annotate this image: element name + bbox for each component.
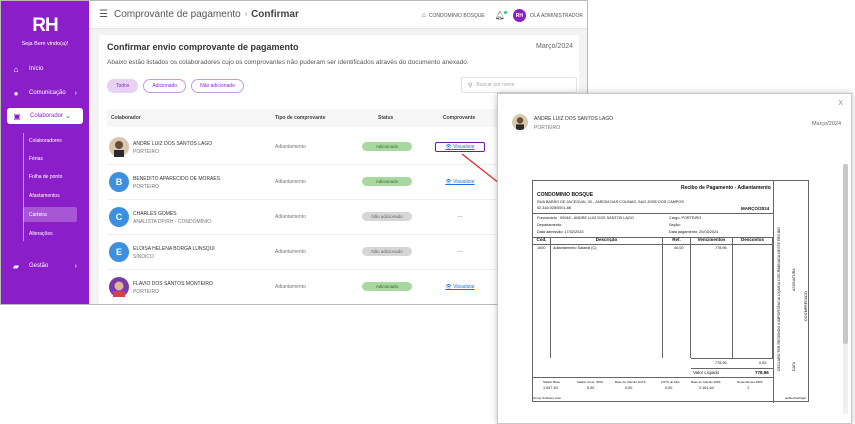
receipt-company: CONDOMINIO BOSQUE	[537, 192, 594, 198]
scrollbar-thumb[interactable]	[843, 164, 848, 344]
divider	[533, 377, 773, 378]
footer-value: 1.947,40	[543, 386, 558, 390]
receipt-month: MARÇO/2024	[741, 206, 770, 211]
declaration-text: DECLARO TER RECEBIDO A IMPORTÂNCIA LÍQUI…	[777, 227, 781, 371]
employee-label: DO EMPREGADO	[804, 291, 808, 321]
total-venc: 778,96	[715, 361, 727, 365]
footer-value: 0,00	[665, 386, 673, 390]
receipt-secao: Seção:	[669, 223, 681, 227]
avatar	[512, 114, 528, 130]
modal-employee-role: PORTEIRO	[534, 125, 561, 131]
footer-value: 0,00	[625, 386, 633, 390]
receipt-cnpj: 52.316.925/0001-88	[537, 206, 571, 210]
col-descricao: Descrição	[551, 237, 663, 244]
col-line	[533, 244, 551, 358]
col-ref: Ref.	[663, 237, 691, 244]
valor-liquido: 778,96	[755, 370, 769, 375]
receipt-payment-date: Data pagamento: 20/03/2024	[669, 230, 719, 234]
footer-value: 2.161,64	[699, 386, 714, 390]
receipt-employee: Funcionário : 00048 - ANDRE LUIZ DOS SAN…	[537, 216, 634, 220]
scrollbar[interactable]	[843, 164, 848, 414]
receipt-title: Recibo de Pagamento - Adiantamento	[681, 185, 771, 191]
col-vencimentos: Vencimentos	[691, 237, 733, 244]
item-ref: 40,00	[674, 246, 684, 250]
footer-value: 0,00	[587, 386, 595, 390]
item-code: 1000	[537, 246, 546, 250]
date-label: DATA	[792, 361, 796, 371]
divider	[691, 358, 773, 359]
receipt-declaration: DECLARO TER RECEBIDO A IMPORTÂNCIA LÍQUI…	[773, 181, 810, 403]
software-name: Group Software Ltda	[533, 396, 561, 400]
receipt-modal: X ANDRE LUIZ DOS SANTOS LAGO PORTEIRO Ma…	[497, 93, 852, 424]
col-cod: Cód.	[533, 237, 551, 244]
col-descontos: Descontos	[733, 237, 773, 244]
col-line	[733, 244, 773, 358]
item-venc: 778,96	[715, 246, 727, 250]
valor-liquido-label: Valor Líquido	[693, 370, 720, 375]
footer-label: Salário Base	[543, 380, 561, 384]
modal-month: Março/2024	[811, 121, 841, 127]
receipt-cargo: Cargo: PORTEIRO	[669, 216, 702, 220]
footer-label: Base de Cálculo IRRF	[691, 380, 721, 384]
total-desc: 0,00	[759, 361, 767, 365]
footer-label: Base de Cálculo FGTS	[615, 380, 646, 384]
footer-label: FGTS do Mês	[661, 380, 680, 384]
modal-employee-name: ANDRE LUIZ DOS SANTOS LAGO	[534, 116, 614, 122]
receipt-department: Departamento:	[537, 223, 563, 227]
footer-value: 1	[747, 386, 750, 390]
footer-label: Salário Contr. INSS	[577, 380, 604, 384]
item-desc: Adiantamento Salarial (C)	[553, 246, 597, 250]
col-line	[663, 244, 691, 358]
col-line	[691, 244, 733, 358]
receipt-document: Recibo de Pagamento - Adiantamento CONDO…	[532, 180, 810, 403]
footer-label: Dependentes IRRF	[737, 380, 763, 384]
receipt-admission: Data admissão: 17/02/2023	[537, 230, 584, 234]
signature-label: ASSINATURA	[792, 268, 796, 291]
divider	[691, 368, 773, 369]
divider	[533, 213, 773, 214]
col-line	[551, 244, 663, 358]
receipt-address: RUA BARÃO DE JACEGUAI, 30 - JARDIM DAS C…	[537, 200, 684, 204]
close-icon[interactable]: X	[838, 100, 843, 107]
